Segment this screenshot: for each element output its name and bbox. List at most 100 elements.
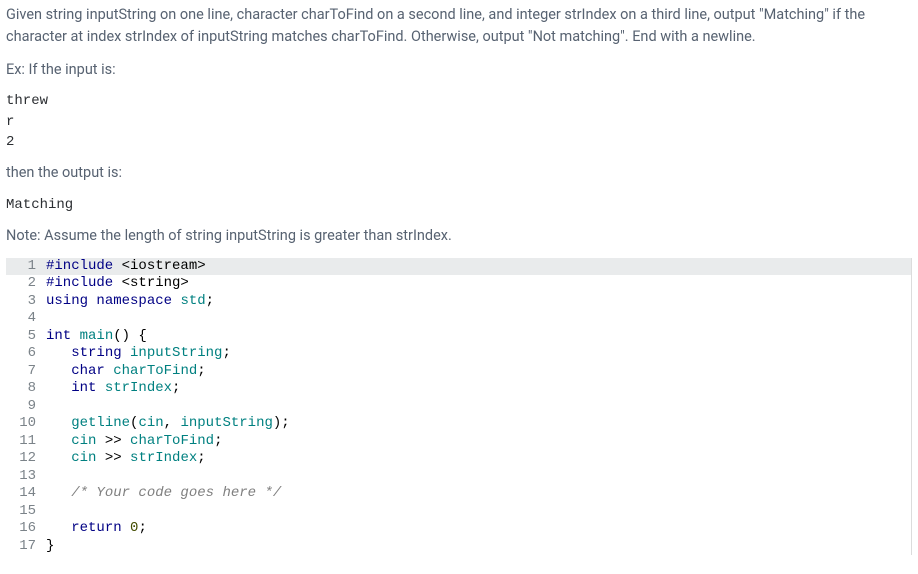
- example-input-block: threw r 2: [6, 91, 912, 152]
- code-token: using: [46, 293, 96, 309]
- code-token: [46, 380, 71, 396]
- code-token: [46, 433, 71, 449]
- line-number: 14: [6, 485, 46, 503]
- code-line[interactable]: 10 getline(cin, inputString);: [6, 415, 911, 433]
- example-output-line: Matching: [6, 197, 73, 213]
- line-number: 16: [6, 520, 46, 538]
- code-source[interactable]: #include <iostream>: [46, 258, 911, 276]
- code-source[interactable]: char charToFind;: [46, 363, 911, 381]
- code-token: namespace: [96, 293, 180, 309]
- code-token: charToFind: [130, 433, 214, 449]
- code-line[interactable]: 1#include <iostream>: [6, 258, 911, 276]
- line-number: 2: [6, 275, 46, 293]
- line-number: 17: [6, 538, 46, 556]
- code-token: strIndex: [130, 450, 197, 466]
- code-source[interactable]: #include <string>: [46, 275, 911, 293]
- code-token: #include: [46, 258, 122, 274]
- code-token: ;: [172, 380, 180, 396]
- code-source[interactable]: [46, 310, 911, 328]
- line-number: 6: [6, 345, 46, 363]
- code-token: ;: [206, 293, 214, 309]
- example-output-block: Matching: [6, 195, 912, 215]
- code-token: cin: [71, 450, 96, 466]
- code-token: ;: [222, 345, 230, 361]
- code-source[interactable]: /* Your code goes here */: [46, 485, 911, 503]
- line-number: 3: [6, 293, 46, 311]
- code-token: [46, 415, 71, 431]
- code-line[interactable]: 11 cin >> charToFind;: [6, 433, 911, 451]
- code-token: inputString: [130, 345, 222, 361]
- code-source[interactable]: [46, 468, 911, 486]
- code-token: ;: [197, 450, 205, 466]
- code-line[interactable]: 5int main() {: [6, 328, 911, 346]
- code-token: ;: [197, 363, 205, 379]
- code-source[interactable]: return 0;: [46, 520, 911, 538]
- code-token: strIndex: [105, 380, 172, 396]
- code-line[interactable]: 17}: [6, 538, 911, 556]
- code-token: () {: [113, 328, 147, 344]
- code-token: [46, 345, 71, 361]
- code-line[interactable]: 2#include <string>: [6, 275, 911, 293]
- example-input-line-3: 2: [6, 134, 14, 150]
- code-line[interactable]: 9: [6, 398, 911, 416]
- code-token: ;: [214, 433, 222, 449]
- code-token: >>: [96, 433, 130, 449]
- line-number: 11: [6, 433, 46, 451]
- code-line[interactable]: 13: [6, 468, 911, 486]
- code-token: #include: [46, 275, 122, 291]
- example-intro: Ex: If the input is:: [6, 59, 912, 81]
- example-then: then the output is:: [6, 162, 912, 184]
- code-token: >>: [96, 450, 130, 466]
- code-line[interactable]: 12 cin >> strIndex;: [6, 450, 911, 468]
- code-line[interactable]: 14 /* Your code goes here */: [6, 485, 911, 503]
- code-token: [46, 450, 71, 466]
- code-token: string: [71, 345, 130, 361]
- code-line[interactable]: 4: [6, 310, 911, 328]
- code-source[interactable]: string inputString;: [46, 345, 911, 363]
- code-source[interactable]: using namespace std;: [46, 293, 911, 311]
- code-line[interactable]: 7 char charToFind;: [6, 363, 911, 381]
- code-token: ,: [164, 415, 181, 431]
- line-number: 15: [6, 503, 46, 521]
- code-token: int: [46, 328, 80, 344]
- line-number: 5: [6, 328, 46, 346]
- code-line[interactable]: 6 string inputString;: [6, 345, 911, 363]
- code-token: std: [180, 293, 205, 309]
- code-source[interactable]: cin >> charToFind;: [46, 433, 911, 451]
- code-line[interactable]: 3using namespace std;: [6, 293, 911, 311]
- code-token: char: [71, 363, 113, 379]
- code-token: [46, 520, 71, 536]
- code-source[interactable]: cin >> strIndex;: [46, 450, 911, 468]
- code-source[interactable]: [46, 503, 911, 521]
- code-token: <string>: [122, 275, 189, 291]
- line-number: 9: [6, 398, 46, 416]
- code-token: }: [46, 538, 54, 554]
- code-token: cin: [71, 433, 96, 449]
- code-source[interactable]: int main() {: [46, 328, 911, 346]
- code-token: charToFind: [113, 363, 197, 379]
- code-token: /* Your code goes here */: [71, 485, 281, 501]
- code-token: <iostream>: [122, 258, 206, 274]
- code-token: [46, 363, 71, 379]
- line-number: 1: [6, 258, 46, 276]
- line-number: 13: [6, 468, 46, 486]
- code-line[interactable]: 8 int strIndex;: [6, 380, 911, 398]
- code-line[interactable]: 15: [6, 503, 911, 521]
- line-number: 7: [6, 363, 46, 381]
- code-token: inputString: [180, 415, 272, 431]
- code-token: int: [71, 380, 105, 396]
- line-number: 10: [6, 415, 46, 433]
- code-token: );: [273, 415, 290, 431]
- code-source[interactable]: [46, 398, 911, 416]
- code-token: ;: [138, 520, 146, 536]
- code-token: cin: [138, 415, 163, 431]
- line-number: 8: [6, 380, 46, 398]
- example-input-line-2: r: [6, 114, 14, 130]
- code-line[interactable]: 16 return 0;: [6, 520, 911, 538]
- code-token: return: [71, 520, 130, 536]
- code-source[interactable]: }: [46, 538, 911, 556]
- line-number: 12: [6, 450, 46, 468]
- code-source[interactable]: int strIndex;: [46, 380, 911, 398]
- code-editor[interactable]: 1#include <iostream>2#include <string>3u…: [6, 258, 912, 556]
- code-source[interactable]: getline(cin, inputString);: [46, 415, 911, 433]
